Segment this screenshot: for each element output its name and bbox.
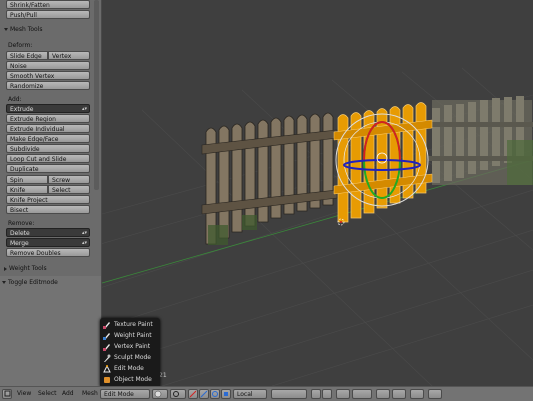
knife-project-button[interactable]: Knife Project	[6, 195, 90, 204]
mode-selector[interactable]: Edit Mode	[100, 389, 150, 399]
merge-dropdown-label: Merge	[10, 240, 29, 247]
viewport-header: View Select Add Mesh Edit Mode Local	[0, 386, 533, 401]
tool-shelf: Shrink/Fatten Push/Pull Mesh Tools Defor…	[0, 0, 102, 276]
proportional-edit-button[interactable]	[336, 389, 350, 399]
weight-tools-header[interactable]: Weight Tools	[4, 265, 47, 272]
extrude-dropdown[interactable]: Extrude ▴▾	[6, 104, 90, 113]
mode-item-label: Sculpt Mode	[114, 354, 151, 361]
orientation-label: Local	[237, 391, 253, 398]
collapse-triangle-icon	[2, 281, 6, 284]
far-fence	[428, 96, 533, 185]
randomize-button[interactable]: Randomize	[6, 81, 90, 90]
viewport-scene	[102, 67, 533, 386]
select-menu[interactable]: Select	[38, 390, 57, 397]
snap-toggle-button[interactable]	[376, 389, 390, 399]
mesh-tools-label: Mesh Tools	[10, 26, 43, 33]
mode-item-label: Vertex Paint	[114, 343, 151, 350]
translate-manipulator-button[interactable]	[199, 389, 209, 399]
vertex-select-button[interactable]	[311, 389, 321, 399]
smooth-vertex-button[interactable]: Smooth Vertex	[6, 71, 90, 80]
knife-select-button[interactable]: Select	[48, 185, 90, 194]
mode-item-label: Weight Paint	[114, 332, 152, 339]
mode-selector-label: Edit Mode	[104, 391, 134, 398]
dropdown-arrow-icon: ▴▾	[81, 230, 87, 236]
delete-dropdown-label: Delete	[10, 230, 30, 237]
rotate-manipulator-button[interactable]	[210, 389, 220, 399]
manipulator-toggle[interactable]	[188, 389, 198, 399]
transform-orientation-dropdown[interactable]: Local	[233, 389, 267, 399]
viewport-corner-number: 21	[159, 372, 167, 379]
merge-dropdown[interactable]: Merge ▴▾	[6, 238, 90, 247]
snap-element-button[interactable]	[352, 389, 372, 399]
remove-doubles-button[interactable]: Remove Doubles	[6, 248, 90, 257]
mode-item-object-mode[interactable]: Object Mode	[103, 375, 157, 385]
3d-viewport[interactable]: 21	[102, 0, 533, 386]
collapse-triangle-icon	[4, 28, 8, 31]
screw-button[interactable]: Screw	[48, 175, 90, 184]
layers-widget[interactable]	[271, 389, 307, 399]
mode-menu: Texture Paint Weight Paint Vertex Paint …	[100, 318, 160, 388]
near-fence	[201, 112, 338, 245]
view-menu[interactable]: View	[17, 390, 31, 397]
toggle-editmode-label: Toggle Editmode	[8, 279, 58, 286]
shrink-fatten-button[interactable]: Shrink/Fatten	[6, 0, 90, 9]
editor-type-button[interactable]	[2, 389, 12, 399]
remove-label: Remove:	[8, 220, 35, 227]
bisect-button[interactable]: Bisect	[6, 205, 90, 214]
spin-button[interactable]: Spin	[6, 175, 48, 184]
duplicate-button[interactable]: Duplicate	[6, 164, 90, 173]
scale-manipulator-button[interactable]	[221, 389, 231, 399]
mode-item-edit-mode[interactable]: Edit Mode	[103, 364, 157, 374]
mesh-tools-header[interactable]: Mesh Tools	[4, 26, 42, 33]
tool-shelf-scrollbar[interactable]	[94, 0, 99, 190]
mode-item-texture-paint[interactable]: Texture Paint	[103, 320, 157, 330]
add-label: Add:	[8, 96, 22, 103]
edge-select-button[interactable]	[322, 389, 332, 399]
deform-label: Deform:	[8, 42, 33, 49]
mode-item-vertex-paint[interactable]: Vertex Paint	[103, 342, 157, 352]
toggle-editmode-header[interactable]: Toggle Editmode	[2, 279, 58, 286]
slide-vertex-button[interactable]: Vertex	[48, 51, 90, 60]
vertex-paint-icon	[103, 343, 111, 351]
viewport-shading-button[interactable]	[152, 389, 168, 399]
mode-item-weight-paint[interactable]: Weight Paint	[103, 331, 157, 341]
edit-mode-icon	[103, 364, 111, 373]
operator-panel: Toggle Editmode	[0, 276, 102, 386]
pivot-point-button[interactable]	[170, 389, 186, 399]
noise-button[interactable]: Noise	[6, 61, 90, 70]
delete-dropdown[interactable]: Delete ▴▾	[6, 228, 90, 237]
knife-button[interactable]: Knife	[6, 185, 48, 194]
slide-edge-button[interactable]: Slide Edge	[6, 51, 48, 60]
dropdown-arrow-icon: ▴▾	[81, 106, 87, 112]
render-preview-button[interactable]	[410, 389, 424, 399]
mode-item-label: Edit Mode	[114, 365, 144, 372]
sculpt-mode-icon	[103, 354, 111, 362]
mode-item-label: Object Mode	[114, 376, 152, 383]
weight-tools-label: Weight Tools	[9, 265, 47, 272]
snap-target-button[interactable]	[392, 389, 406, 399]
loop-cut-slide-button[interactable]: Loop Cut and Slide	[6, 154, 90, 163]
weight-paint-icon	[103, 332, 111, 340]
extrude-individual-button[interactable]: Extrude Individual	[6, 124, 90, 133]
object-mode-icon	[103, 376, 111, 384]
make-edge-face-button[interactable]: Make Edge/Face	[6, 134, 90, 143]
add-menu[interactable]: Add	[62, 390, 74, 397]
dropdown-arrow-icon: ▴▾	[81, 240, 87, 246]
render-button[interactable]	[428, 389, 442, 399]
subdivide-button[interactable]: Subdivide	[6, 144, 90, 153]
mesh-menu[interactable]: Mesh	[82, 390, 98, 397]
mode-item-sculpt-mode[interactable]: Sculpt Mode	[103, 353, 157, 363]
push-pull-button[interactable]: Push/Pull	[6, 10, 90, 19]
extrude-region-button[interactable]: Extrude Region	[6, 114, 90, 123]
extrude-dropdown-label: Extrude	[10, 106, 34, 113]
mode-item-label: Texture Paint	[114, 321, 153, 328]
expand-triangle-icon	[4, 266, 7, 271]
texture-paint-icon	[103, 321, 111, 329]
